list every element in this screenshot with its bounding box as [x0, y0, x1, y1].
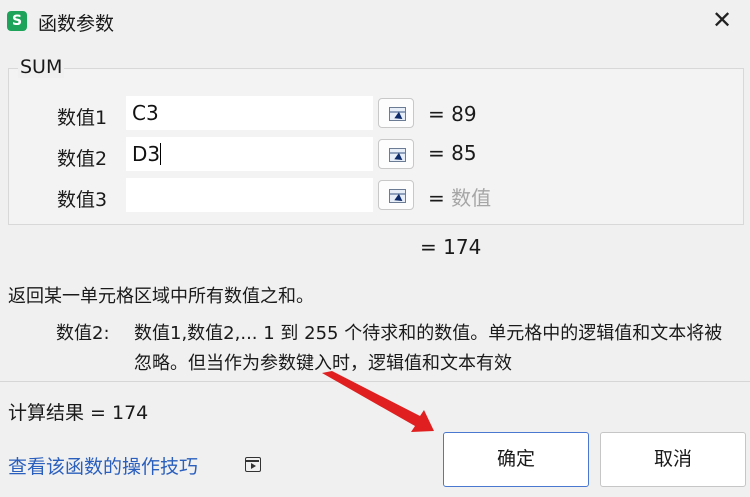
function-total: = 174: [420, 235, 482, 259]
arg2-label: 数值2: [57, 148, 108, 170]
param-label: 数值2:: [56, 323, 110, 344]
arg3-placeholder: 数值: [451, 186, 492, 210]
calc-result: 计算结果 = 174: [8, 402, 149, 424]
cancel-button[interactable]: 取消: [600, 432, 746, 487]
range-picker-button-1[interactable]: [378, 98, 414, 128]
range-picker-icon: [389, 189, 406, 203]
video-icon[interactable]: [245, 457, 261, 472]
function-description: 返回某一单元格区域中所有数值之和。: [8, 286, 314, 307]
param-help-text: 数值1,数值2,... 1 到 255 个待求和的数值。单元格中的逻辑值和文本将…: [134, 323, 723, 374]
wps-app-icon: S: [7, 11, 27, 31]
arg3-equals: =: [428, 186, 445, 210]
arg3-input[interactable]: [126, 178, 373, 212]
arg1-input[interactable]: C3: [126, 96, 373, 130]
close-icon[interactable]: ✕: [708, 6, 736, 34]
range-picker-icon: [389, 148, 406, 162]
arg2-value: D3: [132, 142, 161, 166]
function-tips-link[interactable]: 查看该函数的操作技巧: [8, 452, 198, 479]
ok-button[interactable]: 确定: [443, 432, 589, 487]
arg1-label: 数值1: [57, 107, 108, 129]
arg3-label: 数值3: [57, 189, 108, 211]
range-picker-button-2[interactable]: [378, 139, 414, 169]
function-name: SUM: [18, 56, 65, 78]
arg1-result: = 89: [428, 102, 477, 126]
arg3-result: = 数值: [428, 182, 491, 211]
dialog-title: 函数参数: [38, 13, 115, 35]
divider: [0, 381, 750, 382]
text-cursor: [160, 143, 162, 165]
range-picker-icon: [389, 107, 406, 121]
title-bar: S 函数参数 ✕: [0, 0, 750, 42]
arg2-result: = 85: [428, 141, 477, 165]
arguments-group: [8, 68, 744, 225]
arg2-input[interactable]: D3: [126, 137, 373, 171]
range-picker-button-3[interactable]: [378, 180, 414, 210]
arg1-value: C3: [132, 101, 159, 125]
